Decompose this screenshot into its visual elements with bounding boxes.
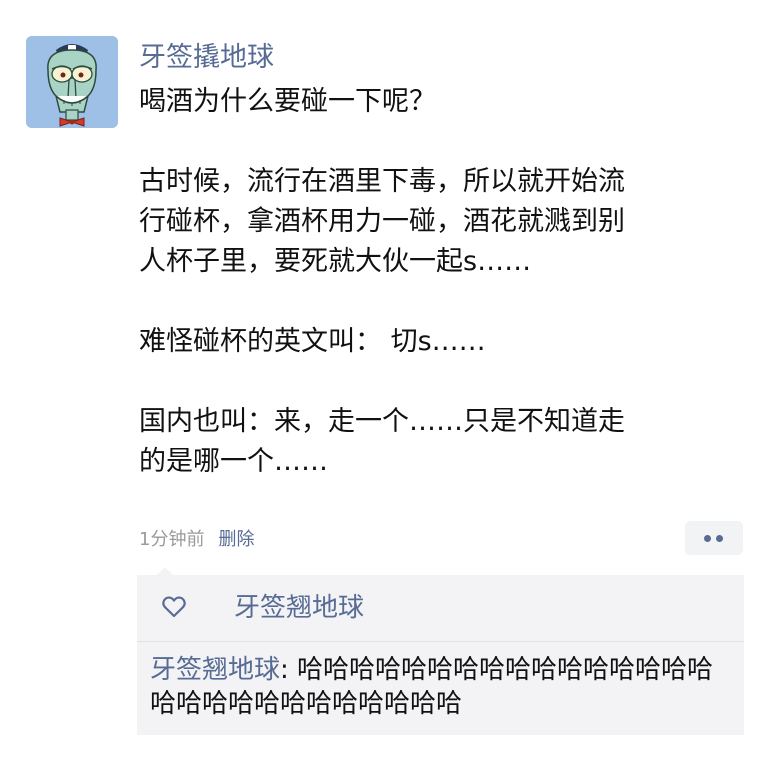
comment-author[interactable]: 牙签翘地球	[150, 655, 280, 685]
comment-separator: :	[280, 655, 298, 685]
post-text-line: 古时候，流行在酒里下毒，所以就开始流	[139, 166, 625, 197]
post-meta: 1分钟前 删除	[139, 526, 254, 554]
more-dot-icon	[704, 535, 711, 542]
post-text-line: 人杯子里，要死就大伙一起s……	[139, 246, 532, 277]
more-actions-button[interactable]	[685, 521, 743, 555]
heart-outline-icon	[162, 596, 186, 618]
post-author-name[interactable]: 牙签撬地球	[139, 38, 274, 78]
comment-item: 牙签翘地球: 哈哈哈哈哈哈哈哈哈哈哈哈哈哈哈哈哈哈哈哈哈哈哈哈哈哈哈哈	[150, 653, 735, 721]
squidward-avatar-icon	[26, 36, 118, 128]
delete-link[interactable]: 删除	[218, 529, 254, 550]
post-timestamp: 1分钟前	[139, 529, 205, 550]
avatar[interactable]	[26, 36, 118, 128]
post-text-line: 的是哪一个……	[139, 446, 328, 477]
post-text-line: 行碰杯，拿酒杯用力一碰，酒花就溅到别	[139, 206, 625, 237]
post-text-line: 难怪碰杯的英文叫： 切s……	[139, 326, 486, 357]
post-text-line: 喝酒为什么要碰一下呢？	[139, 86, 436, 117]
liker-name[interactable]: 牙签翘地球	[234, 588, 364, 628]
likes-row: 牙签翘地球	[137, 575, 744, 642]
panel-notch	[157, 567, 173, 575]
post-text-line: 国内也叫：来，走一个……只是不知道走	[139, 406, 625, 437]
more-dot-icon	[716, 535, 723, 542]
interaction-panel: 牙签翘地球 牙签翘地球: 哈哈哈哈哈哈哈哈哈哈哈哈哈哈哈哈哈哈哈哈哈哈哈哈哈哈哈…	[137, 567, 744, 735]
post-content: 喝酒为什么要碰一下呢？ 古时候，流行在酒里下毒，所以就开始流 行碰杯，拿酒杯用力…	[139, 82, 739, 482]
